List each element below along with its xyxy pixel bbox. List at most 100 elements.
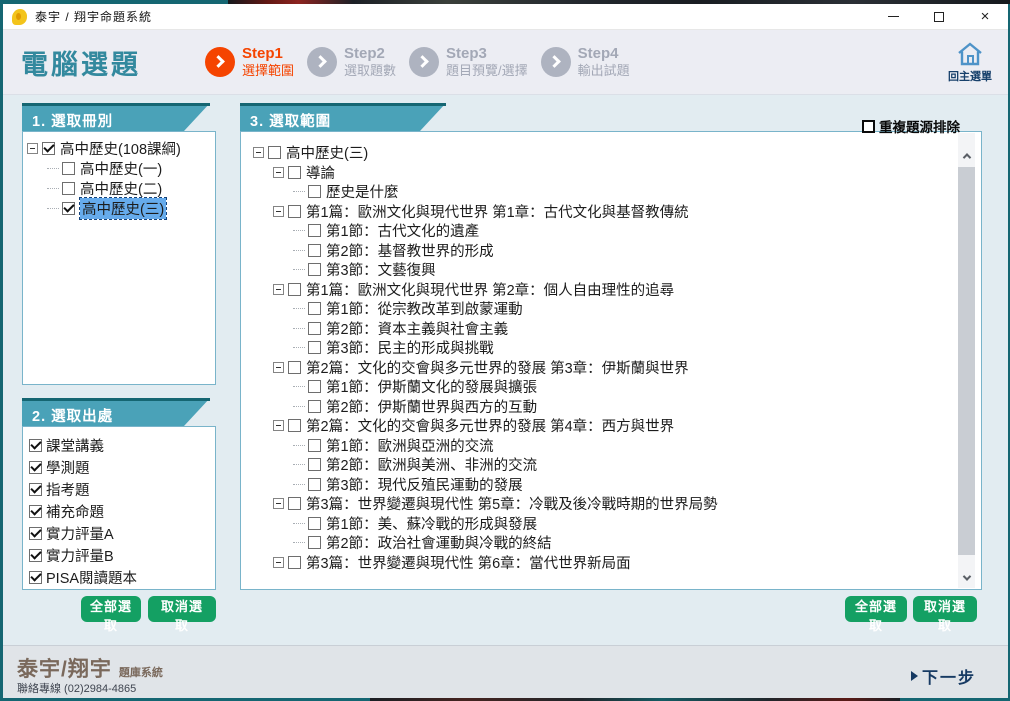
source-label[interactable]: PISA閱讀題本 <box>46 567 137 588</box>
book-tree-label[interactable]: 高中歷史(一) <box>80 158 162 179</box>
scope-tree-checkbox[interactable] <box>308 458 321 472</box>
scope-tree-checkbox[interactable] <box>288 360 301 374</box>
panel2-title: 2. 選取出處 <box>32 409 114 425</box>
source-checkbox[interactable] <box>29 482 42 496</box>
scope-tree-checkbox[interactable] <box>308 341 321 355</box>
step-2[interactable]: Step2 選取題數 <box>307 45 396 80</box>
scope-tree-label[interactable]: 第2節：基督教世界的形成 <box>326 240 494 261</box>
scope-tree-checkbox[interactable] <box>288 419 301 433</box>
expander-minus-icon[interactable] <box>273 556 284 568</box>
source-checkbox[interactable] <box>29 570 42 584</box>
expander-minus-icon[interactable] <box>273 498 284 510</box>
scope-tree-checkbox[interactable] <box>308 185 321 199</box>
dedupe-checkbox-row[interactable]: 重複題源排除 <box>862 116 960 136</box>
panel2-deselect-all-button[interactable]: 取消選取 <box>148 596 216 633</box>
panel2-select-all-button[interactable]: 全部選取 <box>81 596 141 633</box>
scope-tree-checkbox[interactable] <box>308 302 321 316</box>
scope-tree-checkbox[interactable] <box>308 399 321 413</box>
scope-tree-checkbox[interactable] <box>308 243 321 257</box>
scope-tree-label[interactable]: 第1節：美、蘇冷戰的形成與發展 <box>326 513 537 534</box>
scope-tree-label[interactable]: 第1篇：歐洲文化與現代世界 第1章：古代文化與基督教傳統 <box>306 201 689 222</box>
expander-minus-icon[interactable] <box>273 361 284 373</box>
scope-tree-label[interactable]: 第2篇：文化的交會與多元世界的發展 第4章：西方與世界 <box>306 415 674 436</box>
expander-minus-icon[interactable] <box>273 420 284 432</box>
scope-tree-label[interactable]: 第3節：民主的形成與挑戰 <box>326 337 494 358</box>
panel3-deselect-all-button[interactable]: 取消選取 <box>913 596 977 633</box>
scope-tree-label[interactable]: 第3節：現代反殖民運動的發展 <box>326 474 523 495</box>
scope-tree-checkbox[interactable] <box>308 438 321 452</box>
source-checkbox[interactable] <box>29 526 42 540</box>
scope-tree-checkbox[interactable] <box>268 146 281 160</box>
book-tree-checkbox[interactable] <box>62 161 75 175</box>
scrollbar[interactable] <box>958 133 975 588</box>
maximize-button[interactable] <box>916 4 962 29</box>
scope-tree-label[interactable]: 第2篇：文化的交會與多元世界的發展 第3章：伊斯蘭與世界 <box>306 357 689 378</box>
step-1[interactable]: Step1 選擇範圍 <box>205 45 294 80</box>
minimize-button[interactable] <box>870 4 916 29</box>
scope-tree-checkbox[interactable] <box>308 380 321 394</box>
source-label[interactable]: 指考題 <box>46 479 90 500</box>
expander-minus-icon[interactable] <box>273 283 284 295</box>
source-checkbox[interactable] <box>29 460 42 474</box>
scope-tree-label[interactable]: 第3篇：世界變遷與現代性 第6章：當代世界新局面 <box>306 552 631 573</box>
panel3-select-all-button[interactable]: 全部選取 <box>845 596 907 633</box>
scope-tree-label[interactable]: 第3篇：世界變遷與現代性 第5章：冷戰及後冷戰時期的世界局勢 <box>306 493 718 514</box>
scope-tree-checkbox[interactable] <box>308 516 321 530</box>
expander-minus-icon[interactable] <box>253 147 264 159</box>
book-tree-checkbox[interactable] <box>62 181 75 195</box>
scope-tree-checkbox[interactable] <box>288 497 301 511</box>
scrollbar-thumb[interactable] <box>958 167 975 555</box>
dedupe-checkbox[interactable] <box>862 119 875 133</box>
close-button[interactable]: × <box>962 4 1008 29</box>
scrollbar-up-icon[interactable] <box>958 147 975 164</box>
scope-tree-label[interactable]: 第2節：資本主義與社會主義 <box>326 318 508 339</box>
scope-tree-label[interactable]: 第2節：歐洲與美洲、非洲的交流 <box>326 454 537 475</box>
scope-tree-checkbox[interactable] <box>308 321 321 335</box>
scope-tree-label[interactable]: 第1篇：歐洲文化與現代世界 第2章：個人自由理性的追尋 <box>306 279 674 300</box>
expander-minus-icon[interactable] <box>27 142 38 154</box>
scope-tree-checkbox[interactable] <box>288 204 301 218</box>
scope-tree-checkbox[interactable] <box>288 165 301 179</box>
source-checkbox[interactable] <box>29 548 42 562</box>
scope-tree-label[interactable]: 第1節：伊斯蘭文化的發展與擴張 <box>326 376 537 397</box>
source-checkbox[interactable] <box>29 504 42 518</box>
book-tree-row: 高中歷史(一) <box>27 158 213 178</box>
source-label[interactable]: 課堂講義 <box>46 435 104 456</box>
next-step-button[interactable]: 下一步 <box>910 664 976 688</box>
book-tree-label[interactable]: 高中歷史(108課綱) <box>60 138 181 159</box>
source-label[interactable]: 實力評量A <box>46 523 114 544</box>
book-tree-checkbox[interactable] <box>62 201 75 215</box>
expander-minus-icon[interactable] <box>273 166 284 178</box>
scope-tree-label[interactable]: 第3節：文藝復興 <box>326 259 436 280</box>
scope-tree-checkbox[interactable] <box>308 477 321 491</box>
source-label[interactable]: 學測題 <box>46 457 90 478</box>
scope-tree-label[interactable]: 第1節：從宗教改革到啟蒙運動 <box>326 298 523 319</box>
step-3[interactable]: Step3 題目預覽/選擇 <box>409 45 528 80</box>
source-label[interactable]: 補充命題 <box>46 501 104 522</box>
source-checkbox[interactable] <box>29 438 42 452</box>
book-tree-label[interactable]: 高中歷史(三) <box>78 196 168 220</box>
book-tree-label[interactable]: 高中歷史(二) <box>80 178 162 199</box>
footer: 泰宇/翔宇 題庫系統 聯絡專線 (02)2984-4865 下一步 <box>3 645 1008 698</box>
book-tree-checkbox[interactable] <box>42 141 55 155</box>
scope-tree-label[interactable]: 第1節：歐洲與亞洲的交流 <box>326 435 494 456</box>
scope-tree-label[interactable]: 第2節：政治社會運動與冷戰的終結 <box>326 532 552 553</box>
home-button[interactable]: 回主選單 <box>948 41 992 84</box>
tree-connector <box>293 483 305 485</box>
source-label[interactable]: 實力評量B <box>46 545 114 566</box>
scope-tree-checkbox[interactable] <box>288 282 301 296</box>
window-title: 泰宇 / 翔宇命題系統 <box>35 10 153 24</box>
scope-tree-label[interactable]: 導論 <box>306 162 335 183</box>
scope-tree-label[interactable]: 第2節：伊斯蘭世界與西方的互動 <box>326 396 537 417</box>
scope-tree-checkbox[interactable] <box>308 536 321 550</box>
step-label: Step2 <box>344 44 385 62</box>
expander-minus-icon[interactable] <box>273 205 284 217</box>
scrollbar-down-icon[interactable] <box>958 569 975 586</box>
scope-tree-label[interactable]: 高中歷史(三) <box>286 142 368 163</box>
step-4[interactable]: Step4 輸出試題 <box>540 45 630 80</box>
scope-tree-checkbox[interactable] <box>308 263 321 277</box>
scope-tree-label[interactable]: 歷史是什麼 <box>326 181 399 202</box>
scope-tree-label[interactable]: 第1節：古代文化的遺產 <box>326 220 479 241</box>
scope-tree-checkbox[interactable] <box>288 555 301 569</box>
scope-tree-checkbox[interactable] <box>308 224 321 238</box>
